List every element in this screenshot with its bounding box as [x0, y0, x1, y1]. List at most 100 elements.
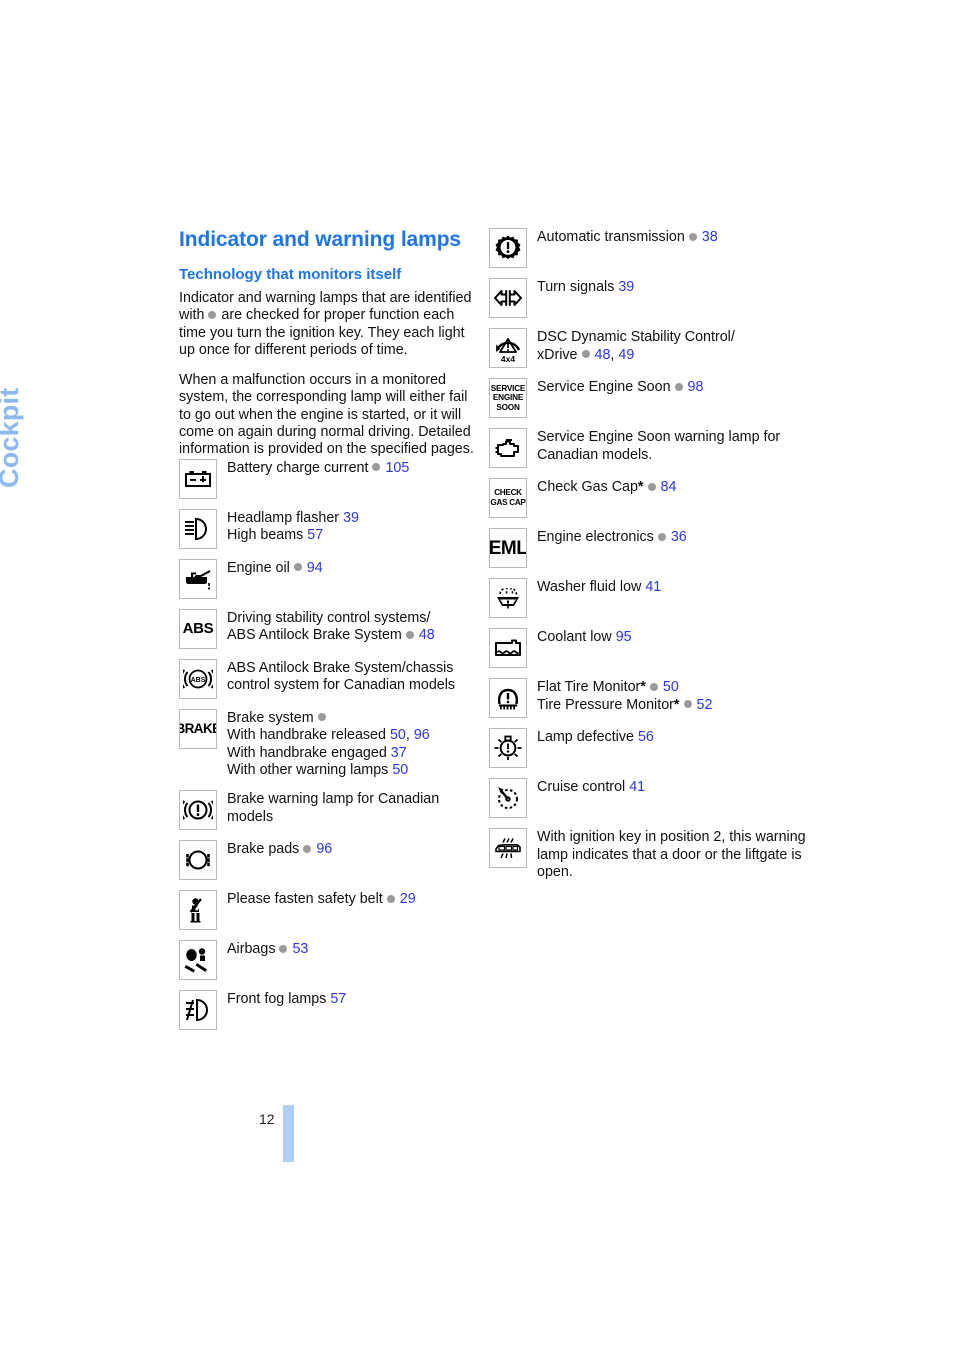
lamp-row: ABS Driving stability control systems/ABS…: [179, 608, 479, 649]
lamp-label: Airbags: [227, 941, 276, 958]
headlamp-flasher-icon: [179, 508, 217, 549]
page-reference[interactable]: 48: [419, 627, 435, 643]
lamp-row: Please fasten safety belt 29: [179, 890, 479, 931]
service-engine-soon-text-icon: SERVICE ENGINE SOON: [489, 378, 527, 418]
lamp-line: Tire Pressure Monitor* 52: [537, 697, 712, 715]
lamp-text: Airbags 53: [217, 940, 308, 959]
lamp-list-left: Battery charge current 105 Headlamp flashe…: [179, 458, 479, 1031]
lamp-label: Coolant low: [537, 629, 612, 645]
page-reference[interactable]: 48, 49: [595, 347, 635, 363]
chapter-marker-bar: [283, 1105, 294, 1162]
lamp-row: Turn signals 39: [489, 278, 809, 318]
checked-bullet-icon: [208, 311, 217, 320]
lamp-text: Please fasten safety belt 29: [217, 890, 416, 909]
page-reference[interactable]: 41: [629, 779, 645, 795]
page-reference[interactable]: 41: [645, 579, 661, 595]
lamp-text: Front fog lamps 57: [217, 990, 346, 1009]
intro-paragraph-1: Indicator and warning lamps that are ide…: [179, 290, 479, 359]
lamp-label: xDrive: [537, 346, 578, 363]
lamp-line: xDrive 48, 49: [537, 347, 735, 365]
lamp-text: Washer fluid low 41: [527, 578, 661, 597]
lamp-row: BRAKEBrake systemWith handbrake released…: [179, 708, 479, 780]
optional-equipment-asterisk: *: [640, 679, 646, 695]
lamp-label: Please fasten safety belt: [227, 891, 383, 908]
lamp-row: Washer fluid low 41: [489, 578, 809, 618]
lamp-row: CHECK GAS CAP Check Gas Cap* 84: [489, 478, 809, 518]
self-check-dot-icon: [372, 463, 381, 472]
abs-text-icon: ABS: [179, 608, 217, 649]
lamp-line: Flat Tire Monitor* 50: [537, 679, 712, 697]
battery-charge-icon: [179, 458, 217, 499]
page-reference[interactable]: 57: [330, 991, 346, 1007]
lamp-row: Brake pads 96: [179, 840, 479, 881]
lamp-row: 4x4 DSC Dynamic Stability Control/xDrive 4…: [489, 328, 809, 368]
lamp-line: Please fasten safety belt 29: [227, 891, 416, 909]
lamp-row: Front fog lamps 57: [179, 990, 479, 1031]
page-reference[interactable]: 38: [702, 229, 718, 245]
page-reference[interactable]: 50: [392, 762, 408, 778]
lamp-row: Lamp defective 56: [489, 728, 809, 768]
lamp-label: Flat Tire Monitor: [537, 679, 641, 695]
page-reference[interactable]: 96: [316, 841, 332, 857]
page-reference[interactable]: 52: [697, 697, 713, 713]
self-check-dot-icon: [688, 232, 697, 241]
left-column: Indicator and warning lamps Technology t…: [179, 228, 479, 1040]
lamp-text: Automatic transmission 38: [527, 228, 718, 247]
section-subtitle: Technology that monitors itself: [179, 266, 402, 283]
lamp-line: Service Engine Soon 98: [537, 379, 703, 397]
page-reference[interactable]: 39: [343, 510, 359, 526]
page-reference[interactable]: 36: [671, 529, 687, 545]
lamp-row: With ignition key in position 2, this wa…: [489, 828, 809, 882]
lamp-row: Engine oil 94: [179, 558, 479, 599]
lamp-label: Service Engine Soon: [537, 379, 671, 395]
lamp-text: Engine electronics 36: [527, 528, 687, 547]
lamp-label: Driving stability control systems/: [227, 609, 431, 626]
lamp-text: Brake warning lamp for Canadian models: [217, 790, 479, 826]
lamp-row: Coolant low 95: [489, 628, 809, 668]
page-reference[interactable]: 56: [638, 729, 654, 745]
lamp-line: Engine oil 94: [227, 560, 323, 578]
brake-pads-icon: [179, 840, 217, 881]
lamp-line: Headlamp flasher 39: [227, 510, 359, 528]
brake-text-icon: BRAKE: [179, 708, 217, 749]
lamp-label: High beams: [227, 527, 304, 544]
lamp-label: Lamp defective: [537, 729, 634, 745]
page-number: 12: [259, 1111, 275, 1127]
lamp-line: Engine electronics 36: [537, 529, 687, 547]
page-reference[interactable]: 84: [661, 479, 677, 495]
dsc-xdrive-icon: 4x4: [489, 328, 527, 368]
safety-belt-icon: [179, 890, 217, 931]
intro-paragraph-2: When a malfunction occurs in a monitored…: [179, 372, 474, 458]
lamp-row: EML Engine electronics 36: [489, 528, 809, 568]
page-reference[interactable]: 98: [688, 379, 704, 395]
intro-p1-part-b: are checked for proper function each tim…: [179, 307, 465, 358]
self-check-dot-icon: [405, 630, 414, 639]
lamp-label: Battery charge current: [227, 459, 369, 476]
page-reference[interactable]: 94: [307, 560, 323, 576]
page-reference[interactable]: 50, 96: [390, 727, 430, 743]
page-reference[interactable]: 29: [400, 891, 416, 907]
lamp-text: Check Gas Cap* 84: [527, 478, 676, 497]
page-footer: 12: [179, 1103, 379, 1173]
lamp-line: Battery charge current 105: [227, 460, 409, 478]
page-reference[interactable]: 95: [616, 629, 632, 645]
lamp-line: With handbrake released 50, 96: [227, 727, 430, 745]
lamp-line: Service Engine Soon warning lamp for Can…: [537, 429, 809, 464]
lamp-line: Automatic transmission 38: [537, 229, 718, 247]
lamp-label: Front fog lamps: [227, 991, 327, 1008]
page-reference[interactable]: 57: [307, 527, 323, 543]
abs-text-icon-glyph: ABS: [182, 620, 214, 638]
page-reference[interactable]: 50: [663, 679, 679, 695]
page-reference[interactable]: 37: [391, 745, 407, 761]
lamp-label: Engine electronics: [537, 529, 654, 545]
brake-text-icon-glyph: BRAKE: [180, 720, 216, 736]
dsc-4x4-label: 4x4: [500, 354, 516, 365]
page-reference[interactable]: 39: [618, 279, 634, 295]
page-reference[interactable]: 53: [292, 941, 308, 957]
lamp-line: With other warning lamps 50: [227, 762, 430, 780]
tire-pressure-icon: [489, 678, 527, 718]
lamp-line: Lamp defective 56: [537, 729, 654, 747]
self-check-dot-icon: [303, 844, 312, 853]
page-reference[interactable]: 105: [385, 460, 409, 476]
lamp-text: With ignition key in position 2, this wa…: [527, 828, 809, 882]
